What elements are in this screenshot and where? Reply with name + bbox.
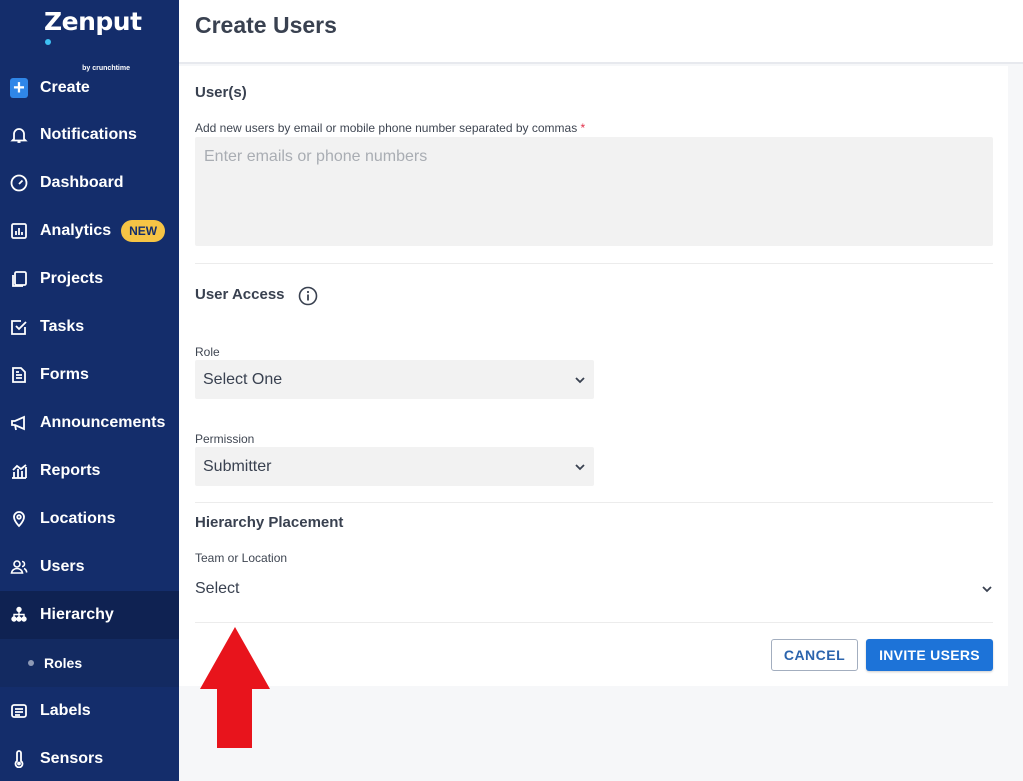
permission-label: Permission bbox=[195, 432, 255, 446]
users-input[interactable] bbox=[195, 137, 993, 246]
sidebar-item-label: Hierarchy bbox=[40, 606, 114, 623]
logo-dot bbox=[45, 39, 51, 45]
sidebar-subitem-label: Roles bbox=[44, 655, 83, 671]
gauge-icon bbox=[10, 174, 28, 192]
thermometer-icon bbox=[10, 750, 28, 768]
sidebar-item-label: Reports bbox=[40, 462, 101, 479]
role-select[interactable]: Select One bbox=[195, 360, 594, 399]
chevron-down-icon bbox=[575, 376, 585, 383]
cancel-button[interactable]: CANCEL bbox=[771, 639, 858, 671]
sidebar-item-label: Forms bbox=[40, 366, 89, 383]
users-section-title: User(s) bbox=[195, 84, 247, 101]
document-icon bbox=[10, 366, 28, 384]
sidebar-item-label: Tasks bbox=[40, 318, 85, 335]
sidebar-item-label: Create bbox=[40, 79, 90, 96]
sidebar-item-labels[interactable]: Labels bbox=[0, 687, 179, 735]
sidebar-item-label: Notifications bbox=[40, 126, 137, 143]
sidebar-item-announcements[interactable]: Announcements bbox=[0, 399, 179, 447]
logo-wordmark: Zenput bbox=[44, 7, 142, 36]
checkbox-icon bbox=[10, 318, 28, 336]
sidebar-item-label: Locations bbox=[40, 510, 116, 527]
sidebar-item-label: Announcements bbox=[40, 414, 166, 431]
hierarchy-section-title: Hierarchy Placement bbox=[195, 514, 344, 531]
new-badge: NEW bbox=[121, 220, 166, 242]
megaphone-icon bbox=[10, 414, 28, 432]
chart-icon bbox=[10, 222, 28, 240]
sidebar-item-create[interactable]: + Create bbox=[0, 64, 179, 112]
divider bbox=[195, 502, 993, 503]
sidebar-item-label: Analytics bbox=[40, 222, 112, 239]
page-header: Create Users bbox=[179, 0, 1023, 64]
sidebar-item-locations[interactable]: Locations bbox=[0, 495, 179, 543]
sidebar-item-label: Users bbox=[40, 558, 85, 575]
invite-users-button[interactable]: INVITE USERS bbox=[866, 639, 993, 671]
chevron-down-icon bbox=[575, 463, 585, 470]
required-mark: * bbox=[580, 121, 586, 135]
access-section-title: User Access bbox=[195, 286, 285, 303]
sidebar-item-forms[interactable]: Forms bbox=[0, 351, 179, 399]
sidebar-subitem-roles[interactable]: Roles bbox=[0, 639, 179, 687]
app-root: Zenput by crunchtime + Create Notificati… bbox=[0, 0, 1023, 781]
team-location-select-value: Select bbox=[195, 579, 240, 597]
sidebar-item-label: Dashboard bbox=[40, 174, 124, 191]
sidebar-item-projects[interactable]: Projects bbox=[0, 255, 179, 303]
create-users-form: User(s) Add new users by email or mobile… bbox=[179, 66, 1008, 686]
page-title: Create Users bbox=[195, 12, 337, 38]
team-location-select[interactable]: Select bbox=[195, 569, 993, 608]
divider bbox=[195, 263, 993, 264]
info-icon[interactable] bbox=[298, 286, 318, 306]
sidebar: Zenput by crunchtime + Create Notificati… bbox=[0, 0, 179, 781]
team-location-label: Team or Location bbox=[195, 551, 288, 565]
sidebar-item-label: Sensors bbox=[40, 750, 104, 767]
zenput-logo[interactable]: Zenput by crunchtime bbox=[44, 7, 144, 73]
divider bbox=[195, 622, 993, 623]
sidebar-item-label: Projects bbox=[40, 270, 104, 287]
sidebar-item-dashboard[interactable]: Dashboard bbox=[0, 159, 179, 207]
sidebar-item-notifications[interactable]: Notifications bbox=[0, 111, 179, 159]
sidebar-item-hierarchy[interactable]: Hierarchy bbox=[0, 591, 179, 639]
role-label: Role bbox=[195, 345, 220, 359]
permission-select[interactable]: Submitter bbox=[195, 447, 594, 486]
annotation-arrow-icon bbox=[200, 627, 270, 748]
pin-icon bbox=[10, 510, 28, 528]
bullet-icon bbox=[28, 660, 34, 666]
permission-select-value: Submitter bbox=[203, 457, 272, 475]
bell-icon bbox=[10, 126, 28, 144]
label-icon bbox=[10, 702, 28, 720]
sidebar-item-tasks[interactable]: Tasks bbox=[0, 303, 179, 351]
role-select-value: Select One bbox=[203, 370, 283, 388]
users-field-label: Add new users by email or mobile phone n… bbox=[195, 121, 578, 135]
sidebar-item-label: Labels bbox=[40, 702, 91, 719]
sidebar-item-reports[interactable]: Reports bbox=[0, 447, 179, 495]
plus-icon: + bbox=[10, 78, 28, 98]
users-icon bbox=[10, 558, 28, 576]
chevron-down-icon bbox=[982, 585, 992, 592]
projects-icon bbox=[10, 270, 28, 288]
report-icon bbox=[10, 462, 28, 480]
sidebar-item-sensors[interactable]: Sensors bbox=[0, 735, 179, 781]
sidebar-item-analytics[interactable]: Analytics NEW bbox=[0, 207, 179, 255]
sidebar-item-users[interactable]: Users bbox=[0, 543, 179, 591]
hierarchy-icon bbox=[10, 606, 28, 624]
